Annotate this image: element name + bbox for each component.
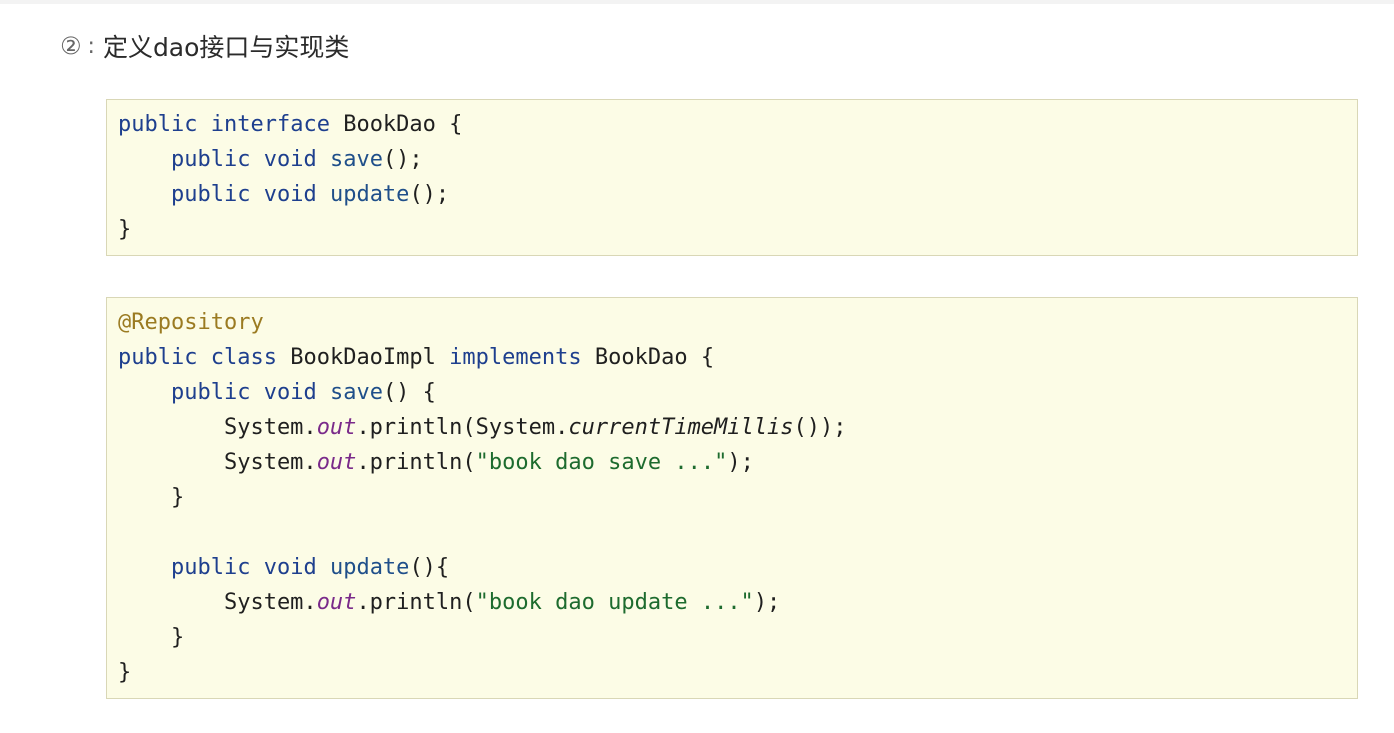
code-token-plain: (); (382, 147, 423, 172)
code-token-plain: } (118, 485, 185, 510)
code-token-method: save (329, 380, 383, 405)
code-token-method: update (329, 182, 410, 207)
code-token-plain: .println(System. (356, 415, 569, 440)
code-token-plain: ); (727, 450, 754, 475)
code-line: System.out.println("book dao update ..."… (118, 585, 1357, 620)
code-line: } (118, 480, 1357, 515)
code-line: public void save() { (118, 375, 1357, 410)
code-token-keyword: void (263, 182, 317, 207)
code-token-keyword: void (263, 380, 317, 405)
code-token-annotation: @Repository (118, 310, 264, 335)
code-token-plain: .println( (356, 590, 476, 615)
code-token-plain: System. (118, 450, 317, 475)
code-token-plain: System. (118, 415, 317, 440)
code-token-plain: (){ (409, 555, 450, 580)
code-token-keyword: public (170, 555, 251, 580)
code-token-string: "book dao save ..." (475, 450, 728, 475)
code-token-keyword: interface (210, 112, 330, 137)
code-token-plain: .println( (356, 450, 476, 475)
code-line: } (118, 620, 1357, 655)
code-token-method: update (329, 555, 410, 580)
code-token-plain: BookDao { (581, 345, 715, 370)
code-token-plain: System. (118, 590, 317, 615)
code-token-keyword: implements (449, 345, 582, 370)
code-token-keyword: public (118, 345, 198, 370)
heading-title: 定义dao接口与实现类 (102, 33, 350, 62)
code-token-plain: } (118, 625, 185, 650)
code-token-plain: (); (409, 182, 450, 207)
code-token-keyword: public (170, 380, 251, 405)
step-number: ② (60, 32, 82, 60)
code-token-plain: } (118, 660, 132, 685)
code-token-keyword: public (170, 182, 251, 207)
code-line: System.out.println("book dao save ..."); (118, 445, 1357, 480)
code-token-method: save (329, 147, 383, 172)
code-token-field: out (316, 415, 357, 440)
code-token-plain: ()); (793, 415, 847, 440)
code-token-keyword: void (263, 147, 317, 172)
section-heading: ② : 定义dao接口与实现类 (60, 26, 349, 66)
code-line: } (118, 655, 1357, 690)
code-token-plain: () { (382, 380, 436, 405)
code-token-keyword: public (118, 112, 198, 137)
code-line: @Repository (118, 305, 1357, 340)
code-token-field: out (316, 590, 357, 615)
code-token-keyword: public (170, 147, 251, 172)
code-line: public void update(); (118, 177, 1357, 212)
code-block-implementation: @Repository public class BookDaoImpl impl… (106, 297, 1358, 699)
code-token-plain: BookDaoImpl (276, 345, 450, 370)
code-line: } (118, 212, 1357, 247)
top-divider (0, 0, 1394, 4)
code-token-plain: } (118, 217, 132, 242)
code-token-plain: BookDao { (329, 112, 463, 137)
code-token-static: currentTimeMillis (568, 415, 794, 440)
code-token-plain: ); (753, 590, 781, 615)
code-token-field: out (316, 450, 357, 475)
code-token-string: "book dao update ..." (475, 590, 754, 615)
code-line: System.out.println(System.currentTimeMil… (118, 410, 1357, 445)
code-line: public interface BookDao { (118, 107, 1357, 142)
heading-separator: : (87, 33, 95, 59)
code-line: public void update(){ (118, 550, 1357, 585)
code-line: public class BookDaoImpl implements Book… (118, 340, 1357, 375)
code-token-keyword: void (263, 555, 317, 580)
code-block-interface: public interface BookDao { public void s… (106, 99, 1358, 256)
code-line: public void save(); (118, 142, 1357, 177)
code-token-keyword: class (210, 345, 277, 370)
